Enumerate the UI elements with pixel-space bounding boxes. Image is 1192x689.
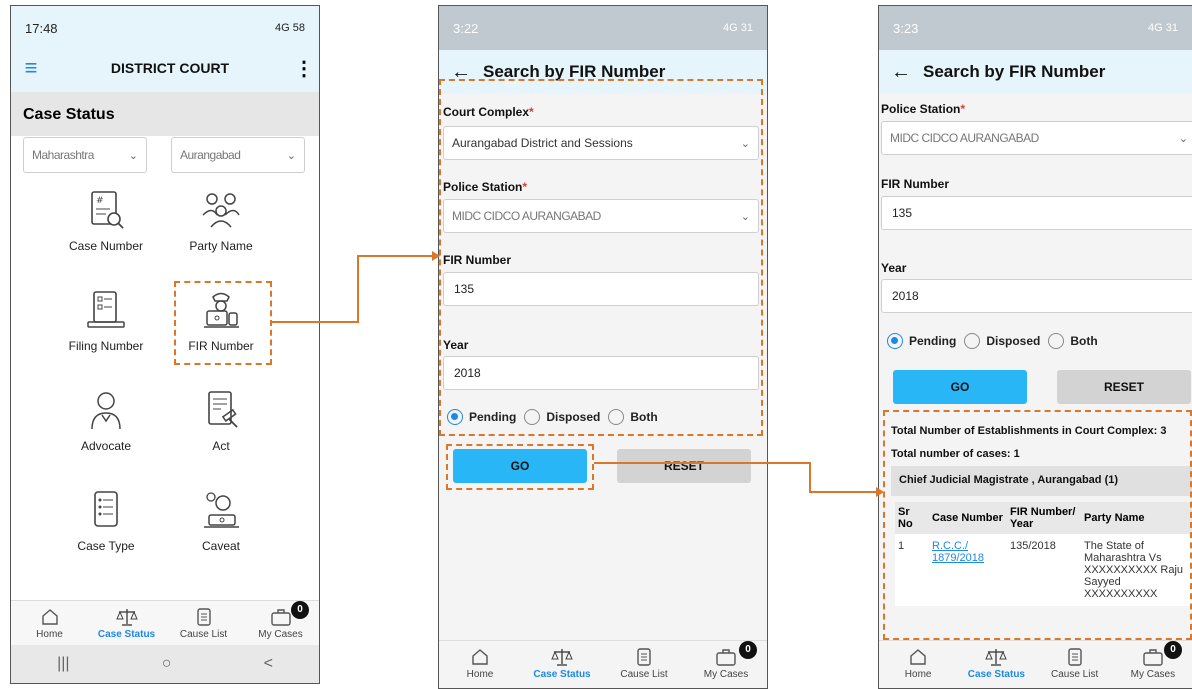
arrow-head: [876, 487, 884, 497]
arrow-head: [432, 251, 440, 261]
arrow-go-to-results: [594, 462, 876, 493]
arrow-fir-to-form: [272, 255, 432, 323]
flow-arrows: [272, 251, 884, 497]
